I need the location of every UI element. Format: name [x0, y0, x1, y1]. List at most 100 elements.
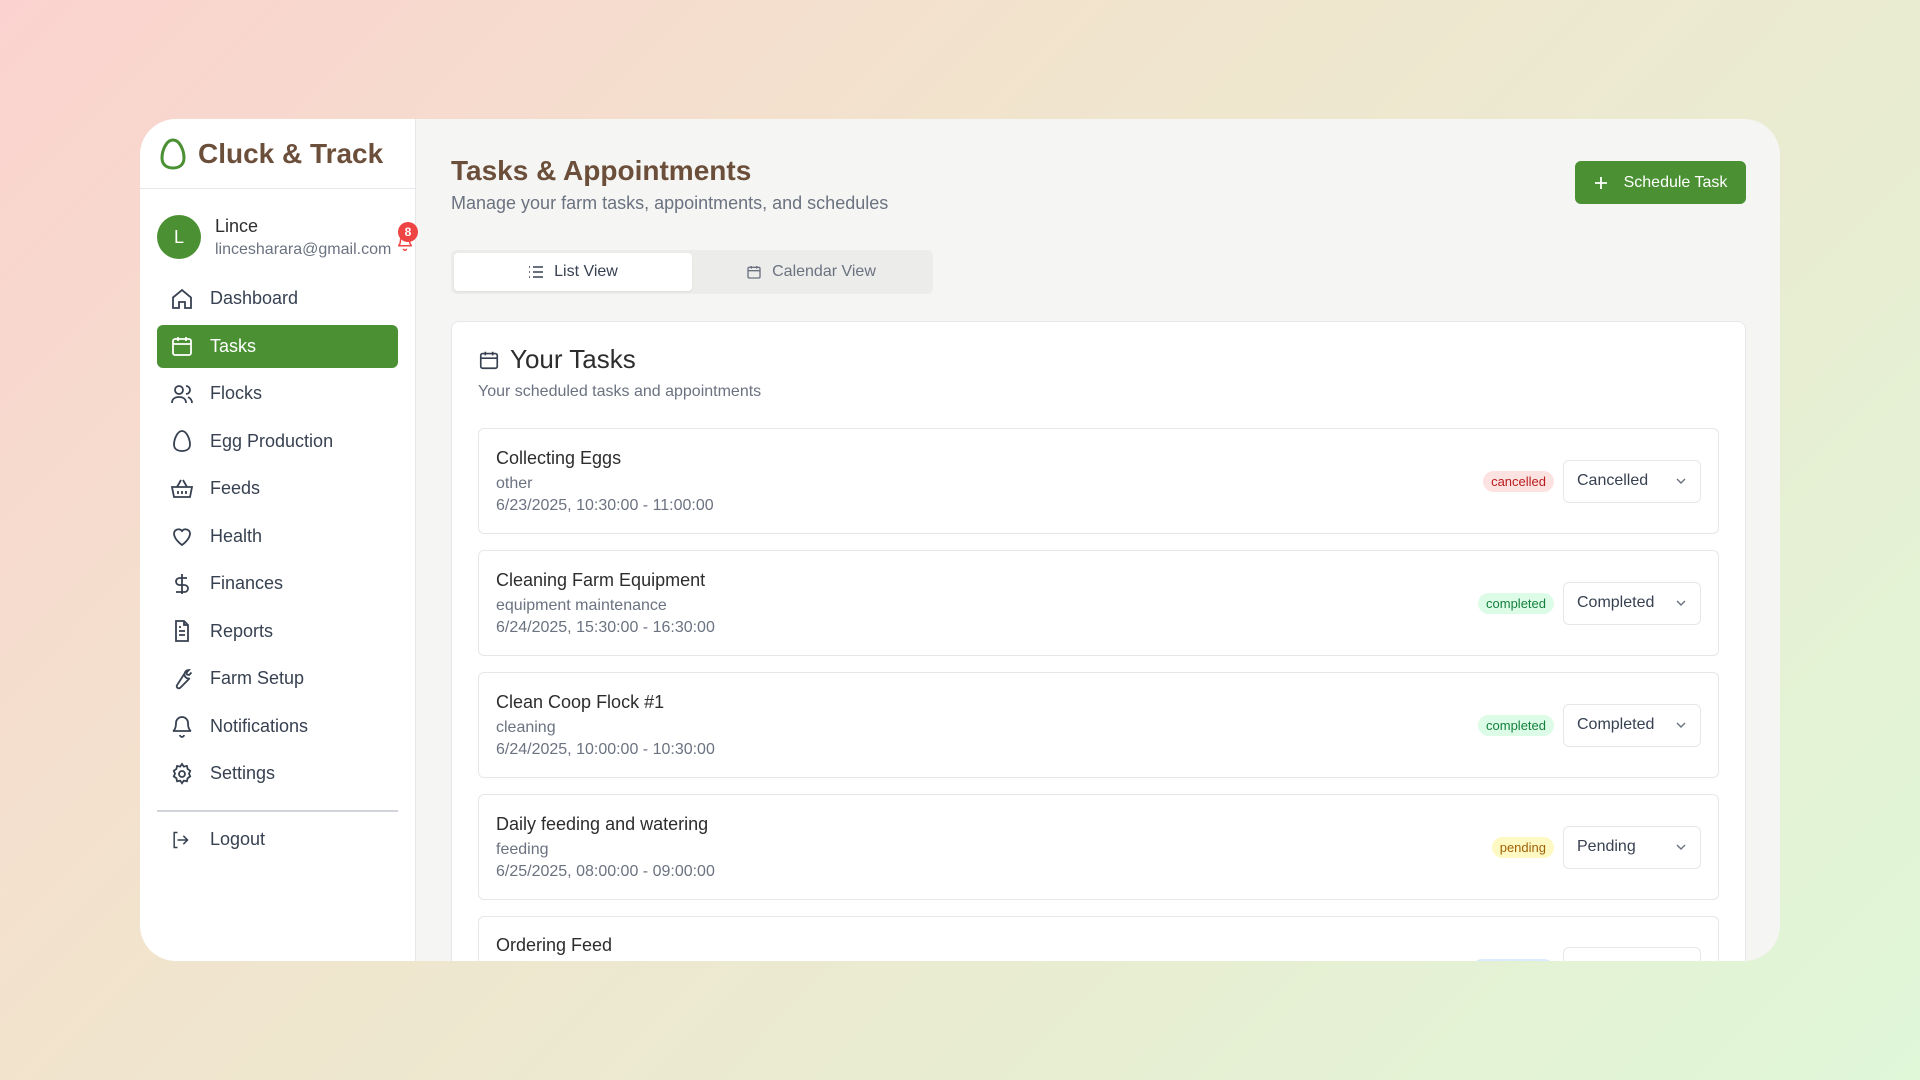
- main-content: Tasks & Appointments Manage your farm ta…: [416, 119, 1780, 961]
- chevron-down-icon: [1676, 478, 1686, 484]
- sidebar-item-label: Dashboard: [210, 288, 299, 308]
- schedule-task-button[interactable]: Schedule Task: [1575, 161, 1746, 204]
- sidebar-item-label: Reports: [210, 620, 274, 641]
- sidebar-divider: [157, 809, 398, 812]
- avatar: L: [157, 215, 201, 259]
- status-select[interactable]: [1563, 947, 1701, 961]
- status-select[interactable]: Pending: [1563, 825, 1701, 869]
- task-status-area: cancelled Cancelled: [1483, 459, 1701, 503]
- task-type: equipment maintenance: [496, 596, 667, 614]
- calendar-icon: [747, 266, 761, 279]
- task-item[interactable]: Clean Coop Flock #1 cleaning 6/24/2025, …: [478, 672, 1719, 778]
- task-details: Collecting Eggs other 6/23/2025, 10:30:0…: [496, 448, 714, 515]
- notification-count-badge: 8: [398, 222, 418, 242]
- sidebar-item-label: Notifications: [210, 715, 309, 736]
- sidebar-item-label: Tasks: [210, 335, 257, 356]
- status-badge: completed: [1478, 592, 1554, 614]
- notification-bell[interactable]: 8: [396, 222, 418, 251]
- sidebar-item-reports[interactable]: Reports: [157, 610, 398, 653]
- egg-icon: [173, 430, 191, 452]
- sidebar-nav: Dashboard Tasks Flocks Egg Production Fe…: [140, 277, 415, 800]
- task-status-area: completed Completed: [1478, 703, 1701, 747]
- user-profile[interactable]: L Lince lincesharara@gmail.com 8: [140, 189, 418, 277]
- wrench-icon: [175, 668, 193, 689]
- task-item[interactable]: Ordering Feed: [478, 916, 1719, 961]
- status-select[interactable]: Completed: [1563, 581, 1701, 625]
- tab-list-view[interactable]: List View: [454, 253, 692, 291]
- app-window: Cluck & Track L Lince lincesharara@gmail…: [140, 119, 1780, 961]
- heart-icon: [173, 528, 191, 547]
- egg-logo-icon: [160, 137, 186, 170]
- sidebar-item-feeds[interactable]: Feeds: [157, 467, 398, 510]
- user-name: Lince: [215, 215, 259, 236]
- tasks-card: Your Tasks Your scheduled tasks and appo…: [451, 321, 1746, 961]
- card-title-text: Your Tasks: [510, 344, 636, 374]
- status-select-value: Completed: [1577, 716, 1655, 733]
- logout-button[interactable]: Logout: [140, 816, 415, 864]
- user-info: Lince lincesharara@gmail.com: [215, 216, 391, 259]
- task-type: feeding: [496, 840, 549, 858]
- task-title: Daily feeding and watering: [496, 813, 709, 834]
- sidebar-item-notifications[interactable]: Notifications: [157, 705, 398, 748]
- status-select-value: Cancelled: [1577, 472, 1649, 489]
- card-subtitle: Your scheduled tasks and appointments: [478, 383, 762, 400]
- status-select[interactable]: Cancelled: [1563, 459, 1701, 503]
- file-text-icon: [175, 620, 189, 642]
- status-badge: cancelled: [1483, 470, 1554, 492]
- sidebar-item-tasks[interactable]: Tasks: [157, 324, 398, 368]
- plus-icon: [1594, 176, 1607, 189]
- chevron-down-icon: [1676, 844, 1686, 850]
- bell-icon: [172, 716, 192, 738]
- task-title: Collecting Eggs: [496, 447, 622, 468]
- sidebar-item-dashboard[interactable]: Dashboard: [157, 277, 398, 320]
- sidebar-item-label: Feeds: [210, 478, 261, 498]
- sidebar-item-health[interactable]: Health: [157, 515, 398, 558]
- task-time: 6/23/2025, 10:30:00 - 11:00:00: [496, 496, 714, 514]
- status-select-value: Pending: [1577, 838, 1636, 855]
- task-details: Cleaning Farm Equipment equipment mainte…: [496, 570, 715, 637]
- sidebar-item-label: Farm Setup: [210, 668, 305, 688]
- dollar-icon: [175, 573, 189, 594]
- view-tabs: List View Calendar View: [451, 250, 933, 294]
- basket-icon: [170, 479, 194, 498]
- status-select[interactable]: Completed: [1563, 703, 1701, 747]
- sidebar-item-finances[interactable]: Finances: [157, 562, 398, 605]
- sidebar-item-label: Flocks: [210, 383, 263, 403]
- page-subtitle: Manage your farm tasks, appointments, an…: [451, 193, 889, 213]
- sidebar-item-label: Settings: [210, 763, 276, 783]
- status-badge: [1472, 958, 1554, 961]
- task-title: Clean Coop Flock #1: [496, 691, 665, 712]
- task-time: 6/25/2025, 08:00:00 - 09:00:00: [496, 862, 715, 880]
- status-badge: pending: [1491, 836, 1554, 858]
- list-icon: [529, 266, 544, 278]
- logout-label: Logout: [210, 829, 266, 849]
- task-item[interactable]: Collecting Eggs other 6/23/2025, 10:30:0…: [478, 428, 1719, 534]
- tab-calendar-view[interactable]: Calendar View: [692, 253, 930, 291]
- sidebar-item-egg-production[interactable]: Egg Production: [157, 420, 398, 463]
- brand-name: Cluck & Track: [198, 137, 384, 169]
- brand: Cluck & Track: [140, 119, 415, 189]
- task-type: other: [496, 474, 533, 492]
- task-status-area: pending Pending: [1491, 825, 1701, 869]
- page-header: Tasks & Appointments Manage your farm ta…: [451, 155, 1746, 214]
- task-type: cleaning: [496, 718, 556, 736]
- sidebar-item-label: Finances: [210, 573, 284, 593]
- sidebar-item-label: Egg Production: [210, 430, 334, 451]
- sidebar-item-label: Health: [210, 525, 263, 546]
- sidebar-item-farm-setup[interactable]: Farm Setup: [157, 657, 398, 700]
- sidebar-item-flocks[interactable]: Flocks: [157, 372, 398, 415]
- status-badge: completed: [1478, 714, 1554, 736]
- sidebar-item-settings[interactable]: Settings: [157, 752, 398, 795]
- task-time: 6/24/2025, 15:30:00 - 16:30:00: [496, 618, 715, 636]
- home-icon: [172, 288, 192, 309]
- task-item[interactable]: Cleaning Farm Equipment equipment mainte…: [478, 550, 1719, 656]
- status-select-value: Completed: [1577, 594, 1655, 611]
- card-title: Your Tasks: [478, 344, 1719, 375]
- task-details: Daily feeding and watering feeding 6/25/…: [496, 814, 715, 881]
- task-status-area: completed Completed: [1478, 581, 1701, 625]
- task-details: Clean Coop Flock #1 cleaning 6/24/2025, …: [496, 692, 715, 759]
- chevron-down-icon: [1676, 600, 1686, 606]
- task-time: 6/24/2025, 10:00:00 - 10:30:00: [496, 740, 715, 758]
- task-item[interactable]: Daily feeding and watering feeding 6/25/…: [478, 794, 1719, 900]
- sidebar: Cluck & Track L Lince lincesharara@gmail…: [140, 119, 418, 961]
